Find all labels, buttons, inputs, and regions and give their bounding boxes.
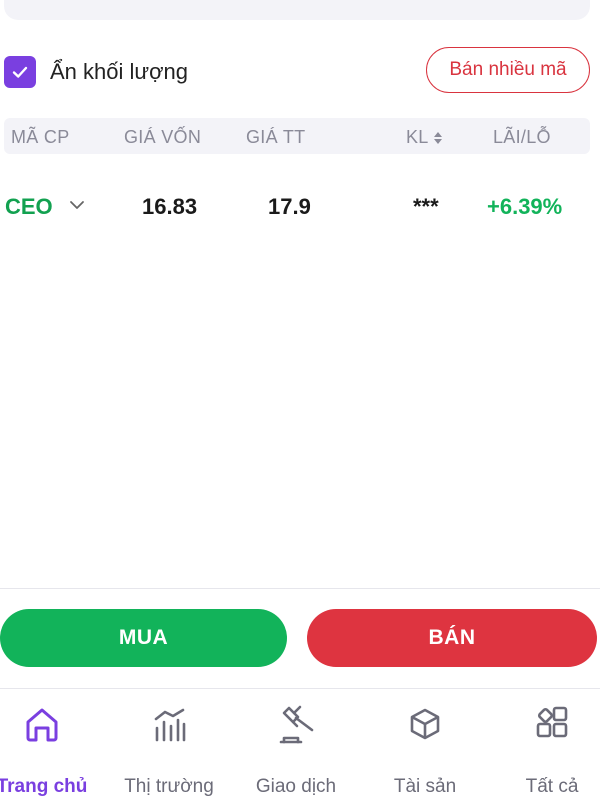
row-profit-loss: +6.39% — [487, 194, 563, 219]
header-volume[interactable]: KL — [406, 127, 443, 148]
divider — [0, 588, 600, 589]
sort-icon — [433, 132, 442, 145]
nav-item-assets[interactable]: Tài sản — [365, 704, 485, 800]
sell-multiple-button[interactable]: Bán nhiều mã — [426, 47, 590, 93]
row-market-price: 17.9 — [268, 194, 311, 219]
header-volume-label: KL — [406, 127, 429, 147]
gavel-icon — [279, 705, 314, 744]
row-volume: *** — [413, 194, 439, 219]
home-icon — [26, 708, 58, 742]
row-cost-price: 16.83 — [142, 194, 198, 219]
table-row[interactable]: CEO 16.83 17.9 *** +6.39% — [0, 184, 600, 228]
hide-volume-label[interactable]: Ẩn khối lượng — [50, 59, 188, 85]
nav-label-trade: Giao dịch — [255, 776, 337, 797]
chevron-down-icon[interactable] — [68, 196, 86, 214]
nav-label-market: Thị trường — [124, 776, 214, 797]
nav-label-assets: Tài sản — [393, 776, 457, 797]
table-header: MÃ CP GIÁ VỐN GIÁ TT KL LÃI/LỖ — [4, 118, 590, 154]
nav-item-all[interactable]: Tất cả — [492, 704, 600, 800]
market-chart-icon — [154, 708, 186, 742]
sell-button[interactable]: BÁN — [307, 609, 597, 667]
nav-item-trade[interactable]: Giao dịch — [236, 704, 356, 800]
divider — [0, 688, 600, 689]
portfolio-toolbar: Ẩn khối lượng Bán nhiều mã — [0, 44, 600, 96]
header-profit-loss: LÃI/LỖ — [493, 127, 551, 147]
nav-label-home: Trang chủ — [0, 776, 88, 797]
grid-icon — [536, 706, 568, 738]
nav-label-all: Tất cả — [525, 776, 579, 797]
buy-button[interactable]: MUA — [0, 609, 287, 667]
hide-volume-checkbox[interactable] — [4, 56, 36, 88]
top-card — [4, 0, 590, 20]
nav-item-home[interactable]: Trang chủ — [0, 704, 102, 800]
nav-item-market[interactable]: Thị trường — [109, 704, 229, 800]
check-icon — [12, 66, 28, 78]
header-market-price: GIÁ TT — [246, 127, 306, 147]
header-cost-price: GIÁ VỐN — [124, 127, 202, 147]
header-symbol: MÃ CP — [11, 127, 70, 147]
row-symbol[interactable]: CEO — [5, 194, 53, 220]
cube-icon — [410, 708, 440, 740]
